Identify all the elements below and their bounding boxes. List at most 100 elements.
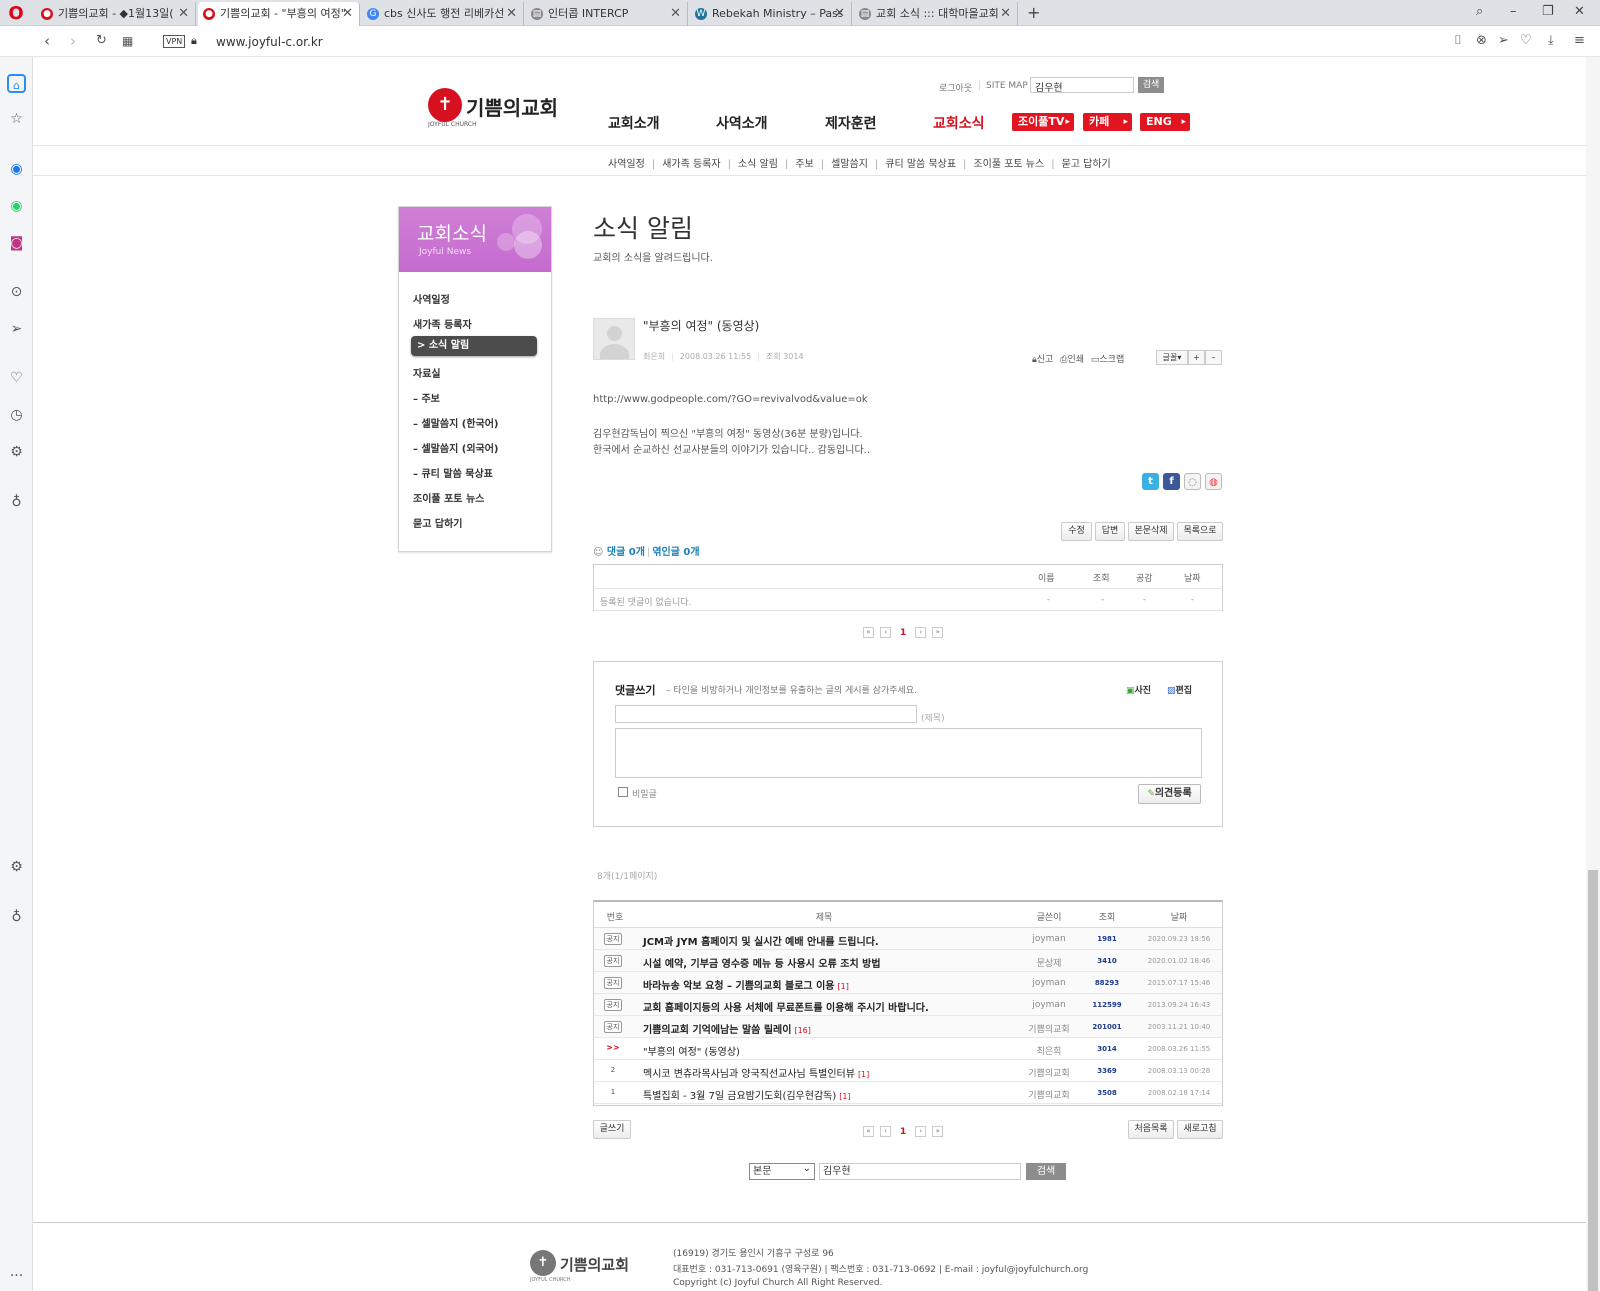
close-icon[interactable]: ✕ — [834, 2, 845, 26]
speed-dial-icon[interactable]: ☆ — [7, 110, 26, 129]
browser-tab-1[interactable]: ● 기쁨의교회 - ◆1월13일( ✕ — [36, 2, 196, 26]
trackback-count-link[interactable]: 엮인글 0개 — [652, 547, 699, 558]
last-page-icon[interactable]: » — [932, 627, 944, 638]
current-page[interactable]: 1 — [900, 1127, 906, 1137]
subnav-new-family[interactable]: 새가족 등록자 — [662, 159, 720, 170]
scrollbar-thumb[interactable] — [1588, 870, 1598, 1291]
close-icon[interactable]: ✕ — [342, 2, 353, 26]
subnav-cell[interactable]: 셀말씀지 — [831, 159, 868, 170]
adblock-icon[interactable]: ⊗ — [1476, 33, 1487, 48]
joyful-tv-button[interactable]: 조이풀TV — [1012, 113, 1074, 131]
close-icon[interactable]: ✕ — [1000, 2, 1011, 26]
top-search-input[interactable]: 김우현 — [1030, 77, 1134, 94]
subnav-qt[interactable]: 큐티 말씀 묵상표 — [885, 159, 956, 170]
next-page-icon[interactable]: › — [915, 1126, 927, 1137]
prev-page-icon[interactable]: ‹ — [880, 627, 891, 638]
browser-tab-2[interactable]: ● 기쁨의교회 - "부흥의 여정" ✕ — [198, 2, 360, 26]
row-title-link[interactable]: 교회 홈페이지등의 사용 서체에 무료폰트를 이용해 주시기 바랍니다. — [643, 999, 929, 1014]
restore-icon[interactable]: ❐ — [1542, 4, 1554, 19]
gnb-church-news[interactable]: 교회소식 — [933, 113, 985, 133]
search-scope-select[interactable]: 본문 — [749, 1161, 815, 1180]
first-page-icon[interactable]: « — [863, 1126, 874, 1137]
back-to-list-button[interactable]: 목록으로 — [1177, 522, 1223, 541]
last-page-icon[interactable]: » — [932, 1126, 944, 1137]
lnb-item-schedule[interactable]: 사역일정 — [413, 291, 450, 306]
row-title-link[interactable]: 특별집회 - 3월 7일 금요밤기도회(김우현감독) [1] — [643, 1087, 851, 1102]
gnb-church-intro[interactable]: 교회소개 — [608, 113, 660, 133]
table-row[interactable]: 공지 교회 홈페이지등의 사용 서체에 무료폰트를 이용해 주시기 바랍니다. jo… — [594, 994, 1222, 1016]
table-row[interactable]: 공지 JCM과 JYM 홈페이지 및 실시간 예배 안내를 드립니다. joyman… — [594, 928, 1222, 950]
history-icon[interactable]: ◷ — [7, 406, 26, 425]
close-icon[interactable]: ✕ — [506, 2, 517, 26]
browser-tab-3[interactable]: G cbs 신사도 행전 리베카선 ✕ — [362, 2, 524, 26]
font-decrease-button[interactable]: – — [1205, 350, 1222, 365]
row-title-link[interactable]: 기쁨의교회 기억에남는 말씀 릴레이 [16] — [643, 1021, 811, 1036]
home-icon[interactable]: ⌂ — [7, 74, 26, 93]
sitemap-link[interactable]: SITE MAP — [986, 81, 1028, 91]
row-title-link[interactable]: 멕시코 변츄라목사님과 양국직선교사님 특별인터뷰 [1] — [643, 1065, 869, 1080]
close-icon[interactable]: ✕ — [178, 2, 189, 26]
reply-button[interactable]: 답변 — [1095, 522, 1125, 541]
lnb-item-qt[interactable]: – 큐티 말씀 묵상표 — [413, 465, 493, 480]
subnav-photo-news[interactable]: 조이풀 포토 뉴스 — [973, 159, 1044, 170]
opera-logo-icon[interactable]: O — [6, 5, 26, 25]
secret-checkbox[interactable] — [618, 787, 628, 797]
new-tab-icon[interactable]: + — [1027, 3, 1040, 22]
logout-link[interactable]: 로그아웃 — [939, 81, 972, 94]
send-icon[interactable]: ➢ — [1498, 33, 1509, 48]
lnb-item-cell-korean[interactable]: – 셀말씀지 (한국어) — [413, 415, 499, 430]
submit-comment-button[interactable]: ✎의견등록 — [1138, 784, 1201, 804]
reload-icon[interactable]: ↻ — [96, 33, 107, 48]
comment-count-link[interactable]: 댓글 0개 — [607, 547, 645, 558]
current-page[interactable]: 1 — [900, 628, 906, 638]
delete-post-button[interactable]: 본문삭제 — [1128, 522, 1174, 541]
table-row[interactable]: >> "부흥의 여정" (동영상) 최은희 3014 2008.03.26 11:55 — [594, 1038, 1222, 1060]
minimize-icon[interactable]: – — [1510, 4, 1517, 19]
tabs-grid-icon[interactable]: ▦ — [122, 34, 133, 48]
comment-textarea[interactable] — [615, 728, 1202, 778]
facebook-icon[interactable]: f — [1163, 473, 1180, 490]
whatsapp-icon[interactable]: ◉ — [7, 197, 26, 216]
lnb-item-bulletin[interactable]: – 주보 — [413, 390, 440, 405]
lnb-item-news[interactable]: > 소식 알림 — [411, 336, 537, 356]
table-row[interactable]: 공지 바라뉴송 악보 요청 – 기쁨의교회 블로그 이용 [1] joyman 8829… — [594, 972, 1222, 994]
font-increase-button[interactable]: + — [1188, 350, 1205, 365]
prev-page-icon[interactable]: ‹ — [880, 1126, 891, 1137]
easy-setup-icon[interactable]: ≡ — [1574, 33, 1585, 48]
edit-button[interactable]: 수정 — [1061, 522, 1092, 541]
lnb-item-cell-foreign[interactable]: – 셀말씀지 (외국어) — [413, 440, 499, 455]
table-row[interactable]: 공지 시설 예약, 기부금 영수증 메뉴 등 사용시 오류 조치 방법 문상제 341… — [594, 950, 1222, 972]
settings-icon[interactable]: ⚙ — [7, 443, 26, 462]
download-icon[interactable]: ⤓ — [1548, 33, 1554, 48]
photo-tool[interactable]: ▣사진 — [1126, 683, 1151, 696]
heart-icon[interactable]: ♡ — [1520, 33, 1532, 48]
row-title-link[interactable]: 시설 예약, 기부금 영수증 메뉴 등 사용시 오류 조치 방법 — [643, 955, 881, 970]
me2day-icon[interactable]: ◌ — [1184, 473, 1201, 490]
lightbulb-icon[interactable]: ♁ — [7, 493, 26, 512]
forward-icon[interactable]: › — [70, 32, 76, 50]
search-input[interactable]: 김우현 — [819, 1163, 1021, 1180]
first-list-button[interactable]: 처음목록 — [1128, 1120, 1174, 1139]
lock-icon[interactable]: 🔒︎ — [191, 34, 197, 48]
eng-button[interactable]: ENG — [1140, 113, 1190, 131]
table-row[interactable]: 2 멕시코 변츄라목사님과 양국직선교사님 특별인터뷰 [1] 기쁨의교회 3369 20… — [594, 1060, 1222, 1082]
post-author[interactable]: 최은희 — [643, 352, 665, 361]
search-button[interactable]: 검색 — [1026, 1163, 1066, 1180]
camera-icon[interactable]: ⌷ — [1454, 33, 1462, 48]
player-icon[interactable]: ⊙ — [7, 283, 26, 302]
messenger-icon[interactable]: ◉ — [7, 160, 26, 179]
scrap-link[interactable]: 스크랩 — [1099, 355, 1124, 365]
table-row[interactable]: 1 특별집회 - 3월 7일 금요밤기도회(김우현감독) [1] 기쁨의교회 3508 2… — [594, 1082, 1222, 1104]
browser-tab-6[interactable]: ▤ 교회 소식 ::: 대학마을교회 ✕ — [854, 2, 1018, 26]
edit-tool[interactable]: ▨편집 — [1167, 683, 1192, 696]
gnb-discipleship[interactable]: 제자훈련 — [825, 113, 877, 133]
top-search-button[interactable]: 검색 — [1138, 77, 1164, 93]
row-title-link[interactable]: JCM과 JYM 홈페이지 및 실시간 예배 안내를 드립니다. — [643, 933, 879, 948]
first-page-icon[interactable]: « — [863, 627, 874, 638]
row-title-link[interactable]: 바라뉴송 악보 요청 – 기쁨의교회 블로그 이용 [1] — [643, 977, 849, 992]
browser-tab-4[interactable]: ▤ 인터콥 INTERCP ✕ — [526, 2, 688, 26]
write-post-button[interactable]: 글쓰기 — [593, 1120, 631, 1139]
subnav-schedule[interactable]: 사역일정 — [608, 159, 645, 170]
instagram-icon[interactable]: ◙ — [7, 234, 26, 253]
subnav-bulletin[interactable]: 주보 — [795, 159, 813, 170]
